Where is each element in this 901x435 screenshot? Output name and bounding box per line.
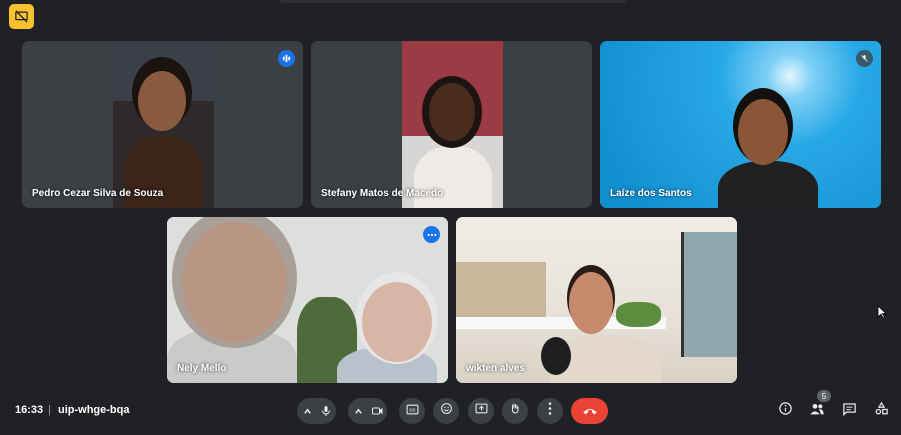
emoji-button[interactable] (433, 398, 459, 424)
control-bar: 16:33 | uip-whge-bqa CC (0, 390, 901, 435)
participant-tile-wikten[interactable]: wikten alves (456, 217, 737, 383)
video-feed (600, 41, 881, 208)
camera-icon[interactable] (368, 405, 387, 417)
meeting-time: 16:33 (15, 404, 44, 416)
speaking-indicator-icon (278, 50, 295, 67)
svg-text:CC: CC (409, 408, 415, 413)
camera-control[interactable] (348, 398, 387, 424)
captions-icon: CC (406, 402, 419, 420)
video-feed (113, 41, 214, 208)
activities-button[interactable] (871, 401, 891, 421)
more-options-icon[interactable] (423, 226, 440, 243)
emoji-icon (440, 402, 453, 420)
chat-button[interactable] (839, 401, 859, 421)
raise-hand-icon (509, 402, 521, 420)
raise-hand-button[interactable] (502, 398, 528, 424)
presentation-off-icon[interactable] (9, 4, 34, 29)
people-icon (809, 402, 825, 421)
participant-name: Pedro Cezar Silva de Souza (32, 188, 164, 199)
mic-control[interactable] (297, 398, 336, 424)
video-feed (402, 41, 503, 208)
info-button[interactable] (775, 401, 795, 421)
chat-icon (842, 402, 857, 421)
info-icon (778, 401, 793, 421)
mouse-cursor-icon (877, 305, 888, 324)
video-feed (456, 217, 737, 383)
participant-tile-laize[interactable]: Laíze dos Santos (600, 41, 881, 208)
video-feed (167, 217, 448, 383)
activities-icon (874, 401, 889, 421)
top-notch (280, 0, 626, 3)
people-count-badge: 5 (817, 390, 831, 402)
participant-name: Laíze dos Santos (610, 188, 692, 199)
meet-window: Pedro Cezar Silva de Souza Stefany Matos… (0, 0, 901, 435)
chevron-up-icon[interactable] (298, 407, 317, 416)
participant-name: Nely Mello (177, 363, 227, 374)
captions-button[interactable]: CC (399, 398, 425, 424)
more-options-button[interactable] (537, 398, 563, 424)
end-call-button[interactable] (571, 398, 608, 424)
meeting-code[interactable]: uip-whge-bqa (58, 404, 130, 416)
chevron-up-icon[interactable] (349, 407, 368, 416)
end-call-icon (582, 402, 598, 420)
more-options-icon (548, 402, 552, 420)
participant-name: wikten alves (466, 363, 525, 374)
participant-name: Stefany Matos de Macedo (321, 188, 444, 199)
people-button[interactable] (807, 401, 827, 421)
present-screen-icon (475, 402, 488, 420)
participant-tile-stefany[interactable]: Stefany Matos de Macedo (311, 41, 592, 208)
present-button[interactable] (468, 398, 494, 424)
participant-tile-nely[interactable]: Nely Mello (167, 217, 448, 383)
microphone-icon[interactable] (317, 405, 336, 417)
separator: | (48, 404, 51, 416)
muted-mic-icon (856, 50, 873, 67)
participant-tile-pedro[interactable]: Pedro Cezar Silva de Souza (22, 41, 303, 208)
